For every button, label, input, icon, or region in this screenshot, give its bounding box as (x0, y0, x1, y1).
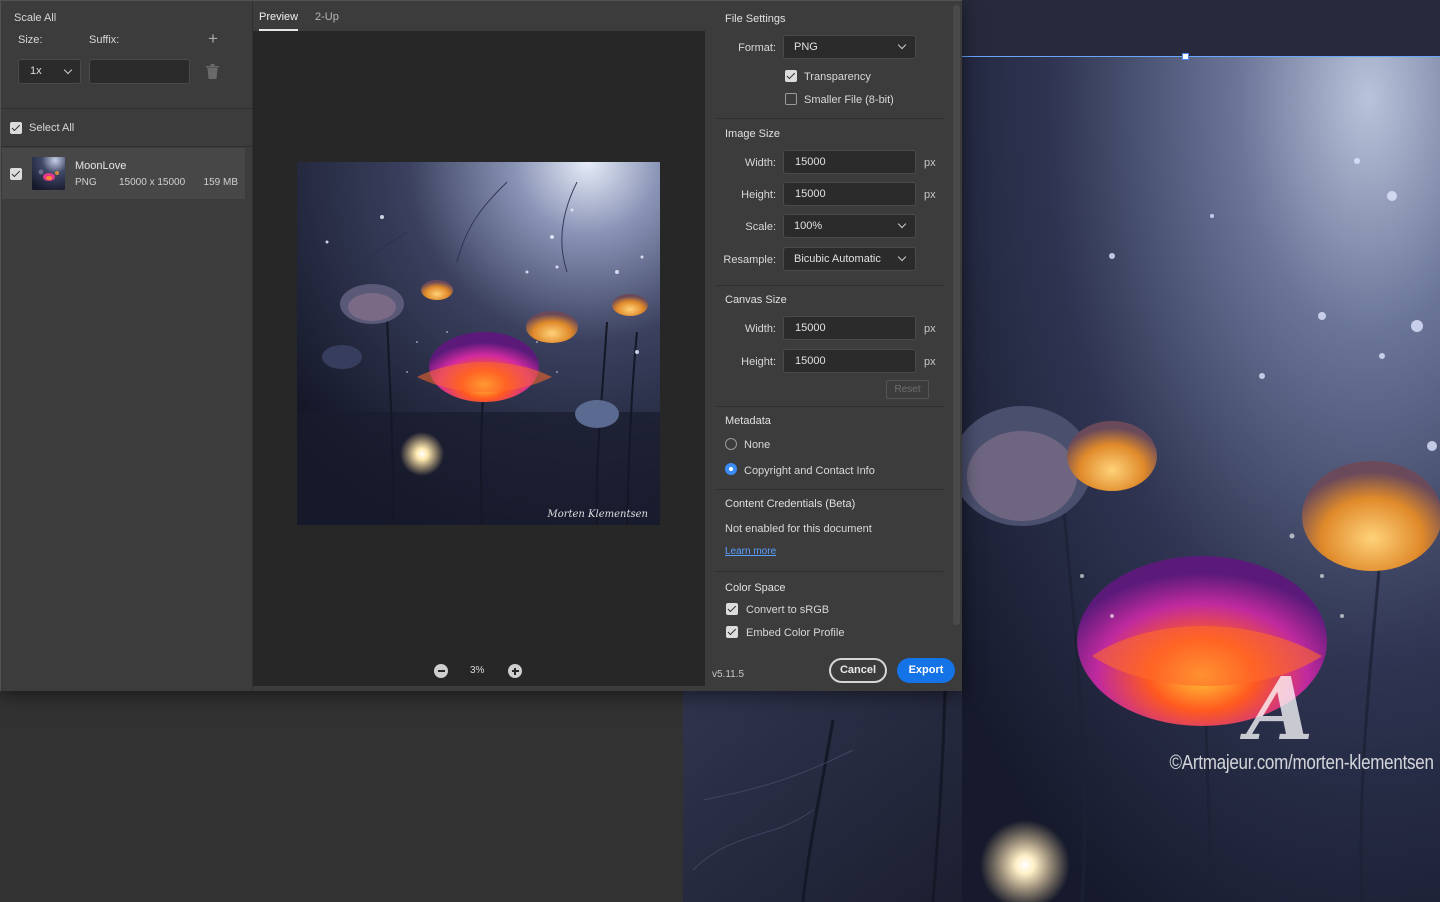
watermark-text: ©Artmajeur.com/morten-klementsen (1169, 752, 1434, 774)
canvas-height-label: Height: (741, 356, 776, 368)
content-credentials-status: Not enabled for this document (725, 523, 872, 535)
image-size-title: Image Size (725, 128, 781, 140)
file-name: MoonLove (75, 160, 127, 172)
embed-profile-label: Embed Color Profile (746, 627, 845, 639)
artmajeur-logo: A (1246, 659, 1314, 760)
selection-edge (962, 56, 1440, 57)
canvas-width-input[interactable] (783, 316, 916, 340)
export-as-dialog: Scale All Size: Suffix: + 1x Select All (0, 0, 962, 691)
embed-profile-checkbox[interactable] (726, 626, 738, 638)
smaller-file-checkbox[interactable] (785, 93, 797, 105)
zoom-in-icon[interactable] (508, 664, 522, 678)
smaller-file-label: Smaller File (8-bit) (804, 94, 894, 106)
watermark: A ©Artmajeur.com/morten-klementsen (1150, 659, 1434, 780)
file-format: PNG (75, 177, 97, 188)
metadata-title: Metadata (725, 415, 771, 427)
tab-preview[interactable]: Preview (259, 11, 299, 31)
canvas-height-input[interactable] (783, 349, 916, 373)
transparency-checkbox[interactable] (785, 70, 797, 82)
reset-button[interactable]: Reset (886, 380, 929, 399)
resample-dropdown[interactable]: Bicubic Automatic (783, 247, 916, 271)
tab-2-up[interactable]: 2-Up (315, 11, 339, 23)
file-settings-title: File Settings (725, 13, 786, 25)
color-space-title: Color Space (725, 582, 786, 594)
canvas-size-title: Canvas Size (725, 294, 787, 306)
cancel-button[interactable]: Cancel (829, 658, 887, 683)
canvas-width-label: Width: (744, 323, 776, 335)
image-width-input[interactable] (783, 150, 916, 174)
divider (716, 489, 943, 490)
size-label: Size: (18, 34, 43, 46)
preview-pane: Preview 2-Up Morten Klementsen 3% (253, 1, 706, 691)
divider (1, 146, 252, 147)
size-select-value: 1x (30, 65, 42, 77)
settings-pane: File Settings Format: PNG Transparency S… (706, 1, 962, 691)
image-height-label: Height: (741, 189, 776, 201)
format-value: PNG (794, 41, 818, 53)
metadata-copyright-radio[interactable] (725, 463, 737, 475)
image-height-unit: px (924, 189, 936, 201)
chevron-down-icon (897, 219, 907, 229)
chevron-down-icon (897, 40, 907, 50)
image-width-label: Width: (744, 157, 776, 169)
artist-signature: Morten Klementsen (547, 509, 648, 520)
suffix-input[interactable] (89, 59, 190, 84)
size-select[interactable]: 1x (18, 59, 81, 84)
resample-label: Resample: (723, 254, 776, 266)
zoom-level: 3% (470, 665, 485, 676)
select-all-checkbox[interactable] (10, 122, 22, 134)
divider (1, 108, 252, 109)
content-credentials-title: Content Credentials (Beta) (725, 498, 856, 510)
suffix-label: Suffix: (89, 34, 120, 46)
preview-image: Morten Klementsen (297, 162, 660, 525)
divider (716, 406, 943, 407)
convert-srgb-checkbox[interactable] (726, 603, 738, 615)
transparency-label: Transparency (804, 71, 871, 83)
trash-icon[interactable] (206, 64, 219, 79)
file-size: 159 MB (203, 177, 238, 188)
file-thumbnail (32, 157, 65, 190)
scale-pane: Scale All Size: Suffix: + 1x Select All (1, 1, 253, 691)
zoom-out-icon[interactable] (434, 664, 448, 678)
file-dimensions: 15000 x 15000 (119, 177, 186, 188)
chevron-down-icon (897, 252, 907, 262)
metadata-none-radio[interactable] (725, 438, 737, 450)
divider (716, 118, 943, 119)
file-checkbox[interactable] (10, 168, 22, 180)
scale-value: 100% (794, 220, 823, 232)
scale-all-title: Scale All (14, 12, 57, 24)
version-label: v5.11.5 (712, 669, 745, 680)
file-list-item[interactable]: MoonLove PNG 15000 x 15000 159 MB (2, 148, 245, 199)
learn-more-link[interactable]: Learn more (725, 546, 776, 557)
canvas-height-unit: px (924, 356, 936, 368)
resample-value: Bicubic Automatic (794, 253, 881, 265)
settings-scrollbar[interactable] (953, 5, 960, 625)
format-dropdown[interactable]: PNG (783, 35, 916, 59)
canvas-artwork-lower (683, 690, 962, 902)
select-all-label: Select All (29, 122, 75, 134)
scale-label: Scale: (745, 221, 776, 233)
canvas-light-glow (980, 820, 1070, 902)
format-label: Format: (738, 42, 776, 54)
transform-handle[interactable] (1182, 53, 1189, 60)
chevron-down-icon (63, 65, 73, 75)
add-scale-icon[interactable]: + (205, 30, 221, 47)
convert-srgb-label: Convert to sRGB (746, 604, 830, 616)
metadata-copyright-label: Copyright and Contact Info (744, 465, 875, 477)
image-height-input[interactable] (783, 182, 916, 206)
divider (716, 285, 943, 286)
preview-area: Morten Klementsen 3% (253, 31, 705, 686)
image-width-unit: px (924, 157, 936, 169)
canvas-width-unit: px (924, 323, 936, 335)
divider (716, 571, 943, 572)
export-button[interactable]: Export (897, 658, 955, 683)
preview-artwork (297, 162, 660, 525)
scale-dropdown[interactable]: 100% (783, 214, 916, 238)
metadata-none-label: None (744, 439, 771, 451)
